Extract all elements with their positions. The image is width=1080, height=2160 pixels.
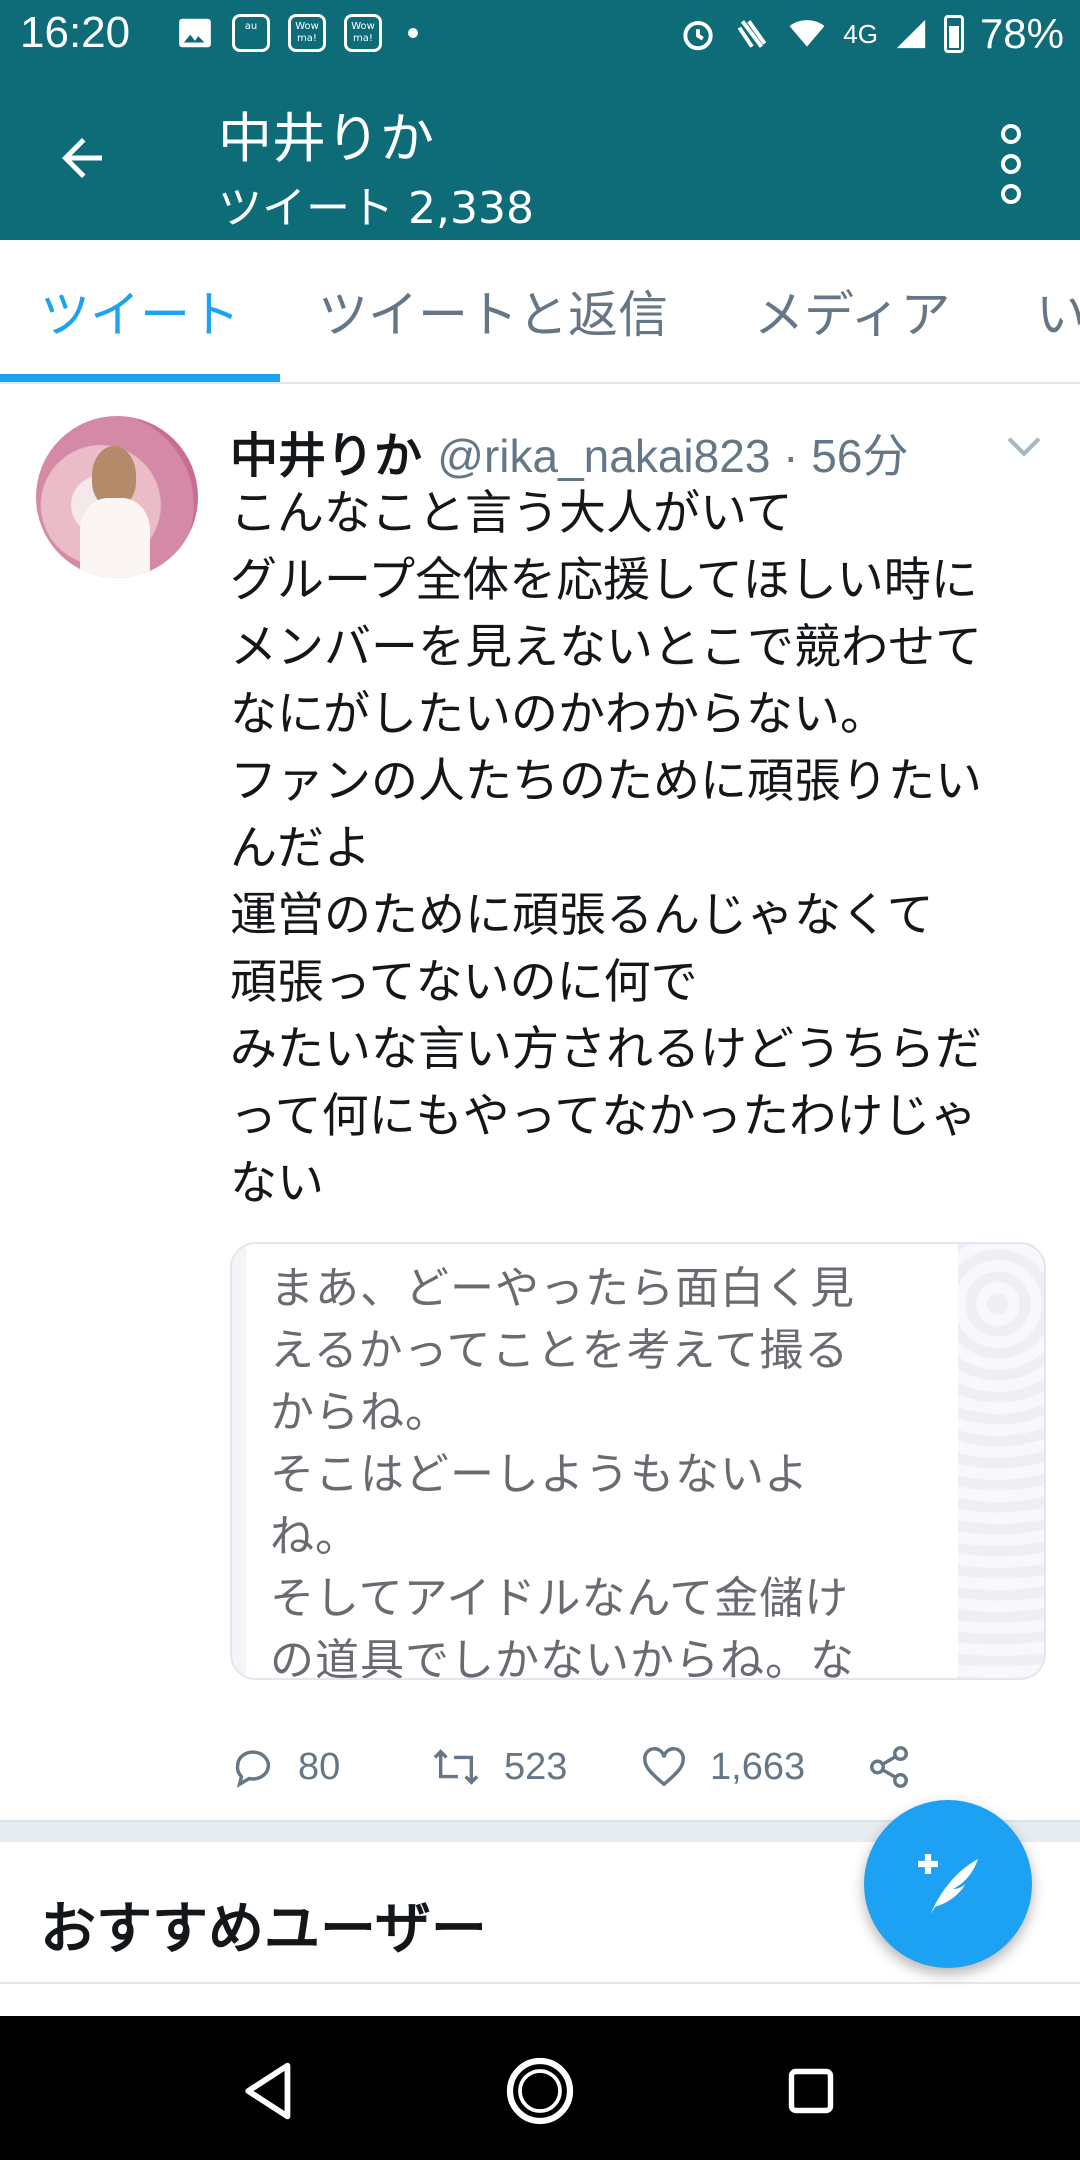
triangle-back-icon [245, 2062, 291, 2120]
retweet-icon [433, 1749, 479, 1785]
tab-label: い [1036, 286, 1080, 344]
wowma-icon: Wow ma! [288, 14, 326, 52]
alarm-icon [683, 20, 713, 51]
tweet-header: 中井りか @rika_nakai823 · 56分 [230, 416, 1050, 486]
profile-name: 中井りか [218, 107, 434, 170]
recommended-users-title: おすすめユーザー [40, 1897, 487, 1962]
chevron-down-icon[interactable] [1004, 432, 1044, 462]
battery-icon [943, 15, 964, 53]
nfc-icon [737, 20, 767, 48]
compose-tweet-button[interactable] [864, 1800, 1032, 1968]
more-notifications-dot [408, 28, 418, 38]
reply-count: 80 [298, 1745, 341, 1788]
screenshot-background [958, 1244, 1044, 1678]
back-arrow-icon [62, 138, 102, 178]
like-count: 1,663 [710, 1745, 806, 1788]
status-bar: 16:20 au Wow ma! Wow ma! 4G 78% [0, 0, 1080, 72]
tab-media[interactable]: メディア [754, 240, 1036, 382]
screenshot-text: まあ、どーやったら面白く見 えるかってことを考えて撮る からね。 そこはどーしよ… [270, 1263, 855, 1680]
heart-icon [643, 1747, 685, 1787]
back-button[interactable] [42, 118, 122, 198]
reply-icon [235, 1750, 271, 1788]
notification-icons: au Wow ma! Wow ma! [176, 14, 418, 52]
profile-tabs: ツイート ツイートと返信 メディア い [0, 240, 1080, 384]
tab-tweets[interactable]: ツイート [0, 240, 318, 382]
tweet-actions: 80 523 1,663 [230, 1732, 1050, 1802]
retweet-count: 523 [504, 1745, 568, 1788]
reply-button[interactable]: 80 [230, 1744, 430, 1790]
like-button[interactable]: 1,663 [640, 1744, 866, 1790]
nav-home-button[interactable] [505, 2056, 575, 2126]
wowma-icon: Wow ma! [344, 14, 382, 52]
share-icon [870, 1746, 908, 1788]
square-recents-icon [788, 2068, 834, 2114]
tab-label: メディア [754, 286, 951, 344]
nav-recents-button[interactable] [776, 2056, 846, 2126]
compose-feather-icon [918, 1854, 978, 1914]
nav-back-button[interactable] [234, 2056, 304, 2126]
tab-label: ツイート [40, 286, 240, 344]
circle-home-icon [506, 2057, 574, 2125]
tweet-author-name: 中井りか [230, 428, 423, 484]
tweet[interactable]: 中井りか @rika_nakai823 · 56分 こんなこと言う大人がいて グ… [0, 384, 1080, 1820]
tab-tweets-and-replies[interactable]: ツイートと返信 [318, 240, 754, 382]
share-button[interactable] [866, 1744, 912, 1790]
tweet-image[interactable]: まあ、どーやったら面白く見 えるかってことを考えて撮る からね。 そこはどーしよ… [230, 1242, 1046, 1680]
more-dot-icon [1001, 124, 1021, 144]
more-options-button[interactable] [986, 124, 1036, 204]
tweet-handle-time: @rika_nakai823 · 56分 [437, 430, 909, 482]
more-dot-icon [1001, 154, 1021, 174]
status-right: 4G 78% [679, 10, 1064, 58]
network-type: 4G [843, 18, 878, 49]
more-dot-icon [1001, 184, 1021, 204]
signal-icon [896, 19, 926, 49]
tab-label: ツイートと返信 [318, 286, 668, 344]
au-mail-icon: au [232, 14, 270, 52]
wifi-icon [789, 20, 825, 47]
tweet-count: ツイート 2,338 [218, 183, 534, 234]
tweet-text: こんなこと言う大人がいて グループ全体を応援してほしい時に メンバーを見えないと… [230, 486, 982, 1211]
status-time: 16:20 [20, 8, 131, 57]
image-icon [179, 18, 211, 48]
active-tab-indicator [0, 374, 280, 382]
retweet-button[interactable]: 523 [430, 1744, 640, 1790]
avatar[interactable] [36, 416, 198, 578]
system-navigation-bar [0, 2016, 1080, 2160]
tab-likes[interactable]: い [1036, 240, 1080, 382]
app-bar: 中井りか ツイート 2,338 [0, 72, 1080, 240]
battery-level: 78% [979, 10, 1064, 57]
